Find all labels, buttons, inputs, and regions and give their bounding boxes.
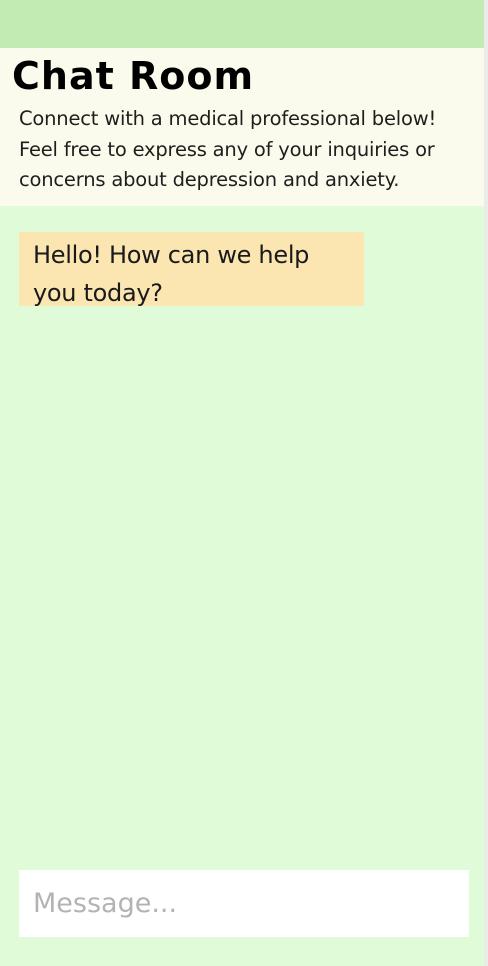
message-list[interactable]: Hello! How can we help you today? xyxy=(0,206,484,866)
page-title: Chat Room xyxy=(12,54,255,98)
chat-header: Chat Room Connect with a medical profess… xyxy=(0,48,484,206)
message-input[interactable] xyxy=(19,870,469,937)
scrollbar-track[interactable] xyxy=(484,0,488,966)
chat-app: Chat Room Connect with a medical profess… xyxy=(0,0,484,966)
message-bubble-incoming: Hello! How can we help you today? xyxy=(19,232,364,307)
page-subtitle: Connect with a medical professional belo… xyxy=(19,107,437,191)
top-bar xyxy=(0,0,484,48)
